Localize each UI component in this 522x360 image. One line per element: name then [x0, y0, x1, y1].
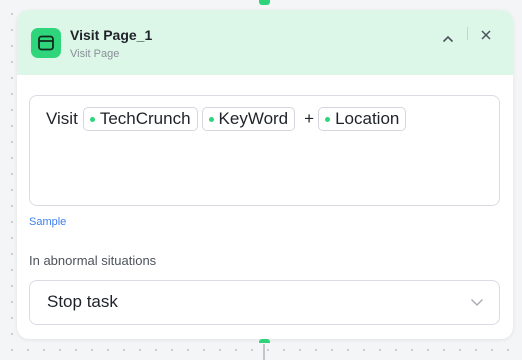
- collapse-button[interactable]: [439, 30, 457, 48]
- node-title: Visit Page_1: [70, 27, 153, 43]
- variable-dot-icon: [89, 116, 95, 122]
- variable-chip[interactable]: KeyWord: [201, 107, 296, 131]
- variable-chip[interactable]: Location: [318, 107, 407, 131]
- close-icon: [481, 30, 491, 40]
- node-subtitle: Visit Page: [70, 48, 120, 60]
- variable-chip-label: TechCrunch: [99, 109, 191, 128]
- browser-window-icon: [31, 28, 61, 58]
- variable-dot-icon: [208, 116, 214, 122]
- sample-link[interactable]: Sample: [29, 216, 66, 228]
- url-expression-field[interactable]: Visit TechCrunch KeyWord + Location: [29, 95, 500, 206]
- output-connector[interactable]: [259, 339, 270, 343]
- output-edge: [263, 344, 265, 360]
- variable-dot-icon: [325, 116, 331, 122]
- chevron-down-icon: [471, 299, 483, 306]
- header-divider: [467, 27, 468, 40]
- variable-chip-label: Location: [335, 109, 400, 128]
- variable-chip-label: KeyWord: [218, 109, 289, 128]
- abnormal-action-select[interactable]: Stop task: [29, 280, 500, 325]
- concat-operator: +: [304, 109, 315, 128]
- abnormal-action-value: Stop task: [47, 292, 118, 311]
- variable-chip[interactable]: TechCrunch: [82, 107, 198, 131]
- visit-page-node[interactable]: Visit Page_1 Visit Page Visit TechCrunch…: [17, 10, 513, 339]
- url-prefix: Visit: [46, 109, 78, 128]
- close-button[interactable]: [477, 26, 495, 44]
- input-connector[interactable]: [259, 0, 270, 5]
- node-header: Visit Page_1 Visit Page: [17, 10, 513, 75]
- chevron-up-icon: [442, 35, 454, 43]
- abnormal-situations-label: In abnormal situations: [29, 253, 157, 268]
- url-expression: Visit TechCrunch KeyWord + Location: [46, 107, 410, 131]
